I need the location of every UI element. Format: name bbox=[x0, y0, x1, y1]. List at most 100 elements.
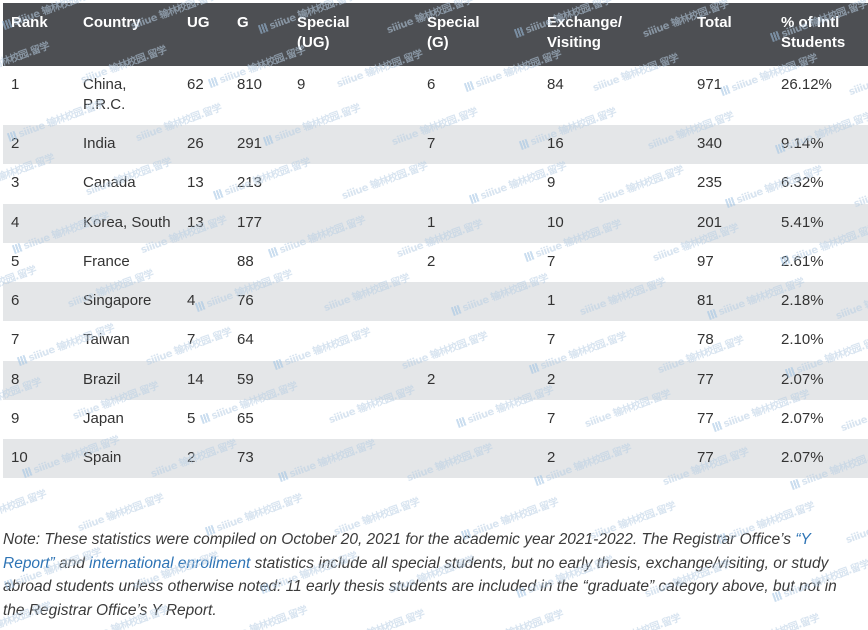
cell-special-g: 7 bbox=[419, 125, 539, 165]
cell-rank: 7 bbox=[3, 321, 75, 361]
cell-special-ug bbox=[289, 242, 419, 282]
column-header-country[interactable]: Country bbox=[75, 3, 179, 66]
cell-pct-intl: 6.32% bbox=[773, 164, 868, 204]
table-body: 1 China, P.R.C. 62 810 9 6 84 971 26.12% 2 India 26… bbox=[3, 65, 868, 479]
cell-g: 810 bbox=[229, 65, 289, 125]
cell-exchange-visiting: 16 bbox=[539, 125, 689, 165]
footnote-text-part2: and bbox=[54, 554, 90, 572]
cell-g: 76 bbox=[229, 282, 289, 322]
cell-special-ug: 9 bbox=[289, 65, 419, 125]
cell-country: Canada bbox=[75, 164, 179, 204]
column-header-special-g[interactable]: Special (G) bbox=[419, 3, 539, 66]
cell-exchange-visiting: 7 bbox=[539, 399, 689, 439]
cell-total: 77 bbox=[689, 439, 773, 479]
cell-exchange-visiting: 2 bbox=[539, 439, 689, 479]
cell-special-ug bbox=[289, 203, 419, 243]
cell-ug: 4 bbox=[179, 282, 229, 322]
cell-ug: 62 bbox=[179, 65, 229, 125]
column-header-pct-intl-students[interactable]: % of Intl Students bbox=[773, 3, 868, 66]
table-row: 6 Singapore 4 76 1 81 2.18% bbox=[3, 282, 868, 322]
table-row: 8 Brazil 14 59 2 2 77 2.07% bbox=[3, 360, 868, 400]
cell-total: 340 bbox=[689, 125, 773, 165]
watermark-text: siiiue 输林校园.留学 bbox=[0, 488, 48, 530]
cell-special-g: 2 bbox=[419, 360, 539, 400]
column-header-exchange-visiting-line1: Exchange/ bbox=[547, 14, 623, 31]
table-row: 5 France 88 2 7 97 2.61% bbox=[3, 242, 868, 282]
cell-pct-intl: 2.10% bbox=[773, 321, 868, 361]
column-header-exchange-visiting[interactable]: Exchange/ Visiting bbox=[539, 3, 689, 66]
table-row: 2 India 26 291 7 16 340 9.14% bbox=[3, 125, 868, 165]
cell-special-g: 6 bbox=[419, 65, 539, 125]
cell-total: 97 bbox=[689, 242, 773, 282]
table-header: Rank Country UG G Special (UG) Special (… bbox=[3, 3, 868, 66]
cell-rank: 9 bbox=[3, 399, 75, 439]
footnote-note: Note: These statistics were compiled on … bbox=[3, 528, 861, 622]
cell-total: 77 bbox=[689, 360, 773, 400]
cell-rank: 1 bbox=[3, 65, 75, 125]
table-row: 4 Korea, South 13 177 1 10 201 5.41% bbox=[3, 203, 868, 243]
cell-g: 73 bbox=[229, 439, 289, 479]
bars-icon bbox=[789, 478, 802, 491]
cell-country: Japan bbox=[75, 399, 179, 439]
column-header-pct-intl-students-line1: % of Intl bbox=[781, 14, 840, 31]
cell-special-g bbox=[419, 282, 539, 322]
cell-exchange-visiting: 1 bbox=[539, 282, 689, 322]
cell-exchange-visiting: 9 bbox=[539, 164, 689, 204]
cell-g: 213 bbox=[229, 164, 289, 204]
cell-ug: 7 bbox=[179, 321, 229, 361]
cell-pct-intl: 9.14% bbox=[773, 125, 868, 165]
column-header-g[interactable]: G bbox=[229, 3, 289, 66]
international-enrollment-link[interactable]: international enrollment bbox=[89, 555, 250, 572]
cell-g: 64 bbox=[229, 321, 289, 361]
cell-total: 235 bbox=[689, 164, 773, 204]
cell-special-ug bbox=[289, 321, 419, 361]
column-header-special-g-line2: (G) bbox=[427, 34, 449, 52]
cell-total: 201 bbox=[689, 203, 773, 243]
cell-pct-intl: 26.12% bbox=[773, 65, 868, 125]
cell-pct-intl: 2.07% bbox=[773, 439, 868, 479]
cell-rank: 4 bbox=[3, 203, 75, 243]
table-row: 1 China, P.R.C. 62 810 9 6 84 971 26.12% bbox=[3, 65, 868, 125]
cell-special-g: 1 bbox=[419, 203, 539, 243]
column-header-special-g-line1: Special bbox=[427, 14, 480, 31]
cell-country: Taiwan bbox=[75, 321, 179, 361]
cell-country: France bbox=[75, 242, 179, 282]
column-header-rank[interactable]: Rank bbox=[3, 3, 75, 66]
cell-country: India bbox=[75, 125, 179, 165]
cell-exchange-visiting: 10 bbox=[539, 203, 689, 243]
cell-special-ug bbox=[289, 360, 419, 400]
cell-total: 81 bbox=[689, 282, 773, 322]
column-header-special-ug[interactable]: Special (UG) bbox=[289, 3, 419, 66]
cell-g: 88 bbox=[229, 242, 289, 282]
international-students-table-container: Rank Country UG G Special (UG) Special (… bbox=[3, 3, 868, 479]
cell-exchange-visiting: 2 bbox=[539, 360, 689, 400]
cell-special-ug bbox=[289, 399, 419, 439]
cell-special-g: 2 bbox=[419, 242, 539, 282]
cell-pct-intl: 2.07% bbox=[773, 360, 868, 400]
cell-ug: 13 bbox=[179, 164, 229, 204]
column-header-ug[interactable]: UG bbox=[179, 3, 229, 66]
international-students-table: Rank Country UG G Special (UG) Special (… bbox=[3, 3, 868, 479]
cell-special-g bbox=[419, 164, 539, 204]
column-header-total-line1: Total bbox=[697, 14, 732, 31]
cell-ug: 26 bbox=[179, 125, 229, 165]
column-header-special-ug-line2: (UG) bbox=[297, 34, 330, 52]
column-header-total[interactable]: Total bbox=[689, 3, 773, 66]
cell-special-ug bbox=[289, 125, 419, 165]
table-row: 10 Spain 2 73 2 77 2.07% bbox=[3, 439, 868, 479]
cell-g: 177 bbox=[229, 203, 289, 243]
cell-rank: 5 bbox=[3, 242, 75, 282]
column-header-special-ug-line1: Special bbox=[297, 14, 350, 31]
column-header-exchange-visiting-line2: Visiting bbox=[547, 34, 601, 52]
cell-ug: 5 bbox=[179, 399, 229, 439]
cell-ug: 13 bbox=[179, 203, 229, 243]
cell-special-g bbox=[419, 399, 539, 439]
cell-special-ug bbox=[289, 282, 419, 322]
column-header-rank-line1: Rank bbox=[11, 14, 48, 31]
cell-country: Korea, South bbox=[75, 203, 179, 243]
table-row: 9 Japan 5 65 7 77 2.07% bbox=[3, 399, 868, 439]
cell-total: 77 bbox=[689, 399, 773, 439]
cell-total: 971 bbox=[689, 65, 773, 125]
cell-ug: 14 bbox=[179, 360, 229, 400]
column-header-pct-intl-students-line2: Students bbox=[781, 34, 846, 52]
